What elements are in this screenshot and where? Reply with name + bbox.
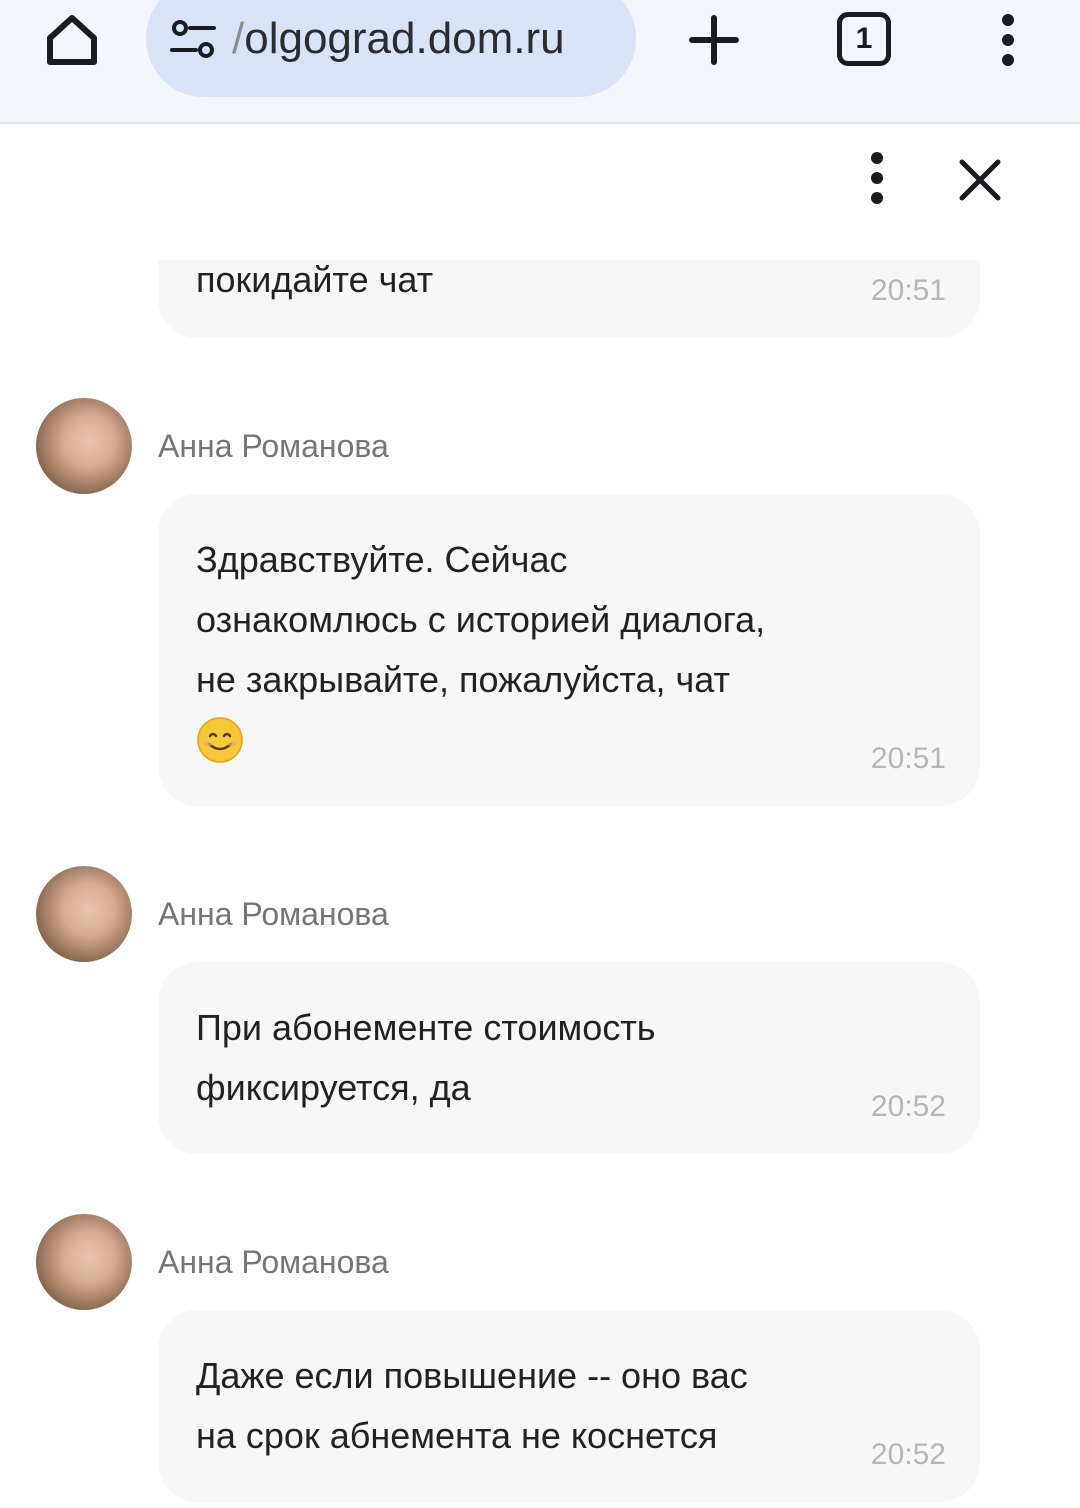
close-icon xyxy=(959,159,1001,201)
chat-header xyxy=(0,126,1080,260)
message-text: Даже если повышение -- оно вас на срок а… xyxy=(196,1355,748,1456)
url-prefix: / xyxy=(232,14,245,63)
sender-name: Анна Романова xyxy=(158,1244,389,1280)
message-bubble: Здравствуйте. Сейчас ознакомлюсь с истор… xyxy=(158,494,980,806)
browser-toolbar: /olgograd.dom.ru 1 xyxy=(0,0,1080,124)
url-domain: olgograd.dom.ru xyxy=(244,14,565,63)
home-icon xyxy=(47,15,97,65)
address-bar[interactable]: /olgograd.dom.ru xyxy=(146,0,636,97)
avatar xyxy=(36,398,132,494)
smiling-face-emoji xyxy=(196,716,244,768)
sender-name: Анна Романова xyxy=(158,896,389,932)
chat-menu-button[interactable] xyxy=(852,148,902,208)
plus-icon xyxy=(689,15,739,65)
tab-switcher-button[interactable]: 1 xyxy=(834,8,894,70)
message-text: При абонементе стоимость фиксируется, да xyxy=(196,1007,656,1108)
message-bubble: Даже если повышение -- оно вас на срок а… xyxy=(158,1310,980,1502)
sender-name: Анна Романова xyxy=(158,428,389,464)
tab-count: 1 xyxy=(837,12,891,66)
more-vertical-icon xyxy=(1002,14,1014,66)
site-settings-icon[interactable] xyxy=(168,18,220,62)
message-bubble: При абонементе стоимость фиксируется, да… xyxy=(158,962,980,1154)
browser-menu-button[interactable] xyxy=(986,0,1030,80)
message-text: Здравствуйте. Сейчас ознакомлюсь с истор… xyxy=(196,539,766,700)
message-time: 20:51 xyxy=(870,742,946,775)
avatar xyxy=(36,1214,132,1310)
chat-messages[interactable]: покидайте чат 20:51 Анна Романова Здравс… xyxy=(0,126,1080,1508)
smiling-face-emoji-icon xyxy=(197,717,243,763)
avatar xyxy=(36,866,132,962)
more-vertical-icon xyxy=(871,152,883,204)
message-time: 20:52 xyxy=(870,1090,946,1123)
new-tab-button[interactable] xyxy=(684,0,744,80)
message-time: 20:52 xyxy=(870,1438,946,1471)
close-chat-button[interactable] xyxy=(950,150,1010,210)
home-button[interactable] xyxy=(30,0,114,80)
url-text: /olgograd.dom.ru xyxy=(232,14,565,64)
message-time: 20:51 xyxy=(870,274,946,307)
